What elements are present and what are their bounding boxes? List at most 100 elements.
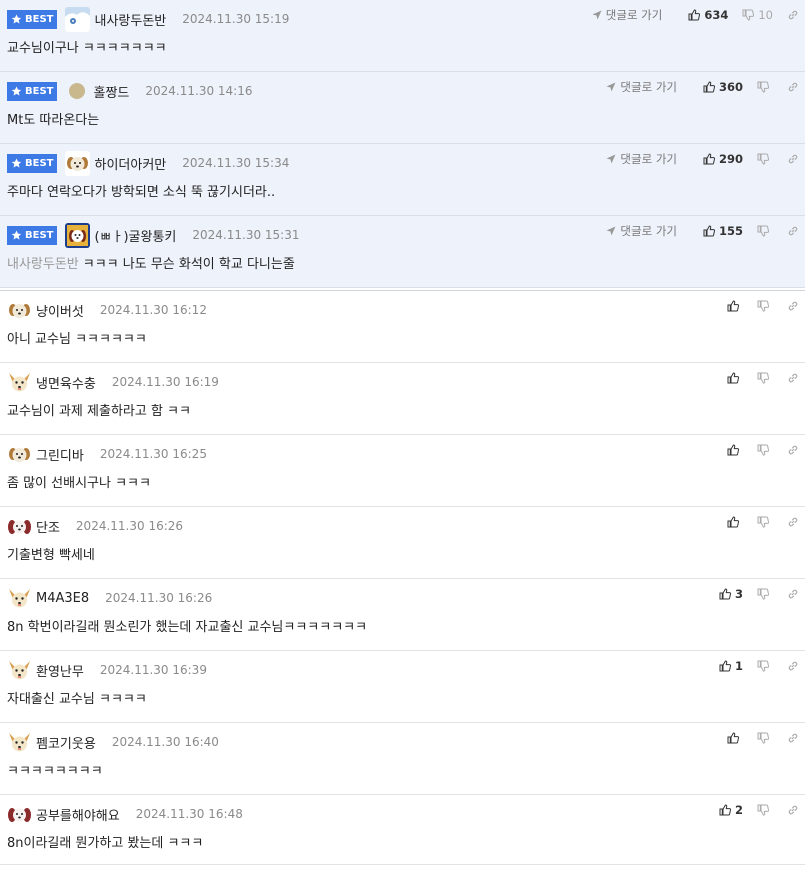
comment-body: 좀 많이 선배시구나 ㅋㅋㅋ <box>7 476 151 491</box>
avatar[interactable] <box>7 513 32 539</box>
share-button[interactable] <box>787 444 799 456</box>
comment-text: 교수님이 과제 제출하라고 함 ㅋㅋ <box>7 400 191 419</box>
avatar[interactable] <box>7 729 32 755</box>
upvote-button[interactable] <box>727 444 743 456</box>
upvote-button[interactable]: 634 <box>688 8 728 22</box>
share-button[interactable] <box>787 372 799 384</box>
avatar[interactable] <box>65 222 91 248</box>
thumbs-down-icon <box>757 81 769 93</box>
upvote-count: 360 <box>718 80 743 94</box>
share-button[interactable] <box>787 9 799 21</box>
share-button[interactable] <box>787 660 799 672</box>
comment-date: 2024.11.30 16:40 <box>111 735 219 749</box>
best-label: BEST <box>25 85 54 97</box>
upvote-button[interactable] <box>727 516 743 528</box>
avatar[interactable] <box>65 6 91 32</box>
nickname[interactable]: 단조 <box>36 517 60 536</box>
upvote-button[interactable]: 3 <box>719 587 743 601</box>
link-icon <box>788 589 798 599</box>
link-icon <box>788 805 798 815</box>
comment-date: 2024.11.30 16:25 <box>99 447 207 461</box>
downvote-button[interactable] <box>757 153 773 165</box>
downvote-button[interactable] <box>757 300 773 312</box>
nickname[interactable]: 냉면육수충 <box>36 373 96 392</box>
avatar[interactable] <box>7 441 32 467</box>
thumbs-down-icon <box>757 300 769 312</box>
nickname[interactable]: (ㅃㅏ)굴왕통키 <box>94 226 176 245</box>
downvote-button[interactable] <box>757 804 773 816</box>
comment-text: 기출변형 빡세네 <box>7 544 95 563</box>
best-label: BEST <box>25 13 54 25</box>
share-button[interactable] <box>787 153 799 165</box>
nickname[interactable]: 냥이버섯 <box>36 301 84 320</box>
go-to-reply-link[interactable]: 댓글로 가기 <box>606 79 677 95</box>
nickname[interactable]: M4A3E8 <box>36 591 89 606</box>
red-dog-avatar-icon <box>7 513 32 539</box>
comment-body: ㅋㅋㅋㅋㅋㅋㅋㅋ <box>7 764 103 779</box>
comment-body: 주마다 연락오다가 방학되면 소식 뚝 끊기시더라.. <box>7 185 276 200</box>
comment-text: 8n이라길래 뭔가하고 봤는데 ㅋㅋㅋ <box>7 832 203 851</box>
upvote-button[interactable]: 290 <box>703 152 743 166</box>
link-icon <box>788 517 798 527</box>
avatar[interactable] <box>7 585 32 611</box>
downvote-button[interactable] <box>757 372 773 384</box>
go-to-reply-link[interactable]: 댓글로 가기 <box>606 151 677 167</box>
comment-body: 아니 교수님 ㅋㅋㅋㅋㅋㅋ <box>7 332 147 347</box>
nickname[interactable]: 환영난무 <box>36 661 84 680</box>
upvote-button[interactable] <box>727 732 743 744</box>
nickname[interactable]: 하이더아커만 <box>94 154 166 173</box>
avatar[interactable] <box>7 657 32 683</box>
share-button[interactable] <box>787 81 799 93</box>
share-button[interactable] <box>787 516 799 528</box>
best-badge: BEST <box>7 81 58 101</box>
link-icon <box>788 661 798 671</box>
arrow-icon <box>606 226 616 236</box>
nickname[interactable]: 그린디바 <box>36 445 84 464</box>
downvote-button[interactable] <box>757 81 773 93</box>
nickname[interactable]: 공부를해야해요 <box>36 805 120 824</box>
share-button[interactable] <box>787 732 799 744</box>
comment-actions: 댓글로 가기 290 <box>606 148 799 170</box>
upvote-button[interactable] <box>727 372 743 384</box>
nickname[interactable]: 내사랑두돈반 <box>94 10 166 29</box>
upvote-button[interactable]: 1 <box>719 659 743 673</box>
mention-nickname[interactable]: 내사랑두돈반 <box>7 257 79 272</box>
thumbs-down-icon <box>757 660 769 672</box>
downvote-button[interactable]: 10 <box>742 8 773 22</box>
downvote-button[interactable] <box>757 732 773 744</box>
comment-date: 2024.11.30 15:34 <box>182 156 290 170</box>
dot-avatar[interactable] <box>69 83 86 99</box>
comment-header: M4A3E8 2024.11.30 16:26 <box>7 585 805 611</box>
downvote-button[interactable] <box>757 588 773 600</box>
avatar[interactable] <box>7 369 32 395</box>
go-to-reply-link[interactable]: 댓글로 가기 <box>592 7 662 23</box>
upvote-button[interactable] <box>727 300 743 312</box>
link-icon <box>788 373 798 383</box>
avatar[interactable] <box>7 297 32 323</box>
reply-label: 댓글로 가기 <box>620 80 677 94</box>
upvote-button[interactable]: 360 <box>703 80 743 94</box>
downvote-button[interactable] <box>757 660 773 672</box>
downvote-button[interactable] <box>757 516 773 528</box>
share-button[interactable] <box>787 804 799 816</box>
comment: 환영난무 2024.11.30 16:39 1 자대출신 교수님 ㅋㅋㅋㅋ <box>0 651 805 723</box>
upvote-button[interactable]: 2 <box>719 803 743 817</box>
link-icon <box>788 82 798 92</box>
downvote-button[interactable] <box>757 444 773 456</box>
share-button[interactable] <box>787 588 799 600</box>
upvote-button[interactable]: 155 <box>703 224 743 238</box>
go-to-reply-link[interactable]: 댓글로 가기 <box>606 223 677 239</box>
share-button[interactable] <box>787 225 799 237</box>
comment-text: 주마다 연락오다가 방학되면 소식 뚝 끊기시더라.. <box>7 181 275 200</box>
avatar[interactable] <box>7 801 32 827</box>
downvote-button[interactable] <box>757 225 773 237</box>
nickname[interactable]: 홀짱드 <box>93 82 129 101</box>
comment-header: 냉면육수충 2024.11.30 16:19 <box>7 369 805 395</box>
comment-date: 2024.11.30 16:48 <box>135 807 243 821</box>
comment-actions <box>713 439 799 461</box>
best-label: BEST <box>25 157 54 169</box>
share-button[interactable] <box>787 300 799 312</box>
nickname[interactable]: 펨코기웃용 <box>36 733 96 752</box>
best-comment: BEST 내사랑두돈반 2024.11.30 15:19 댓글로 가기 634 … <box>0 0 805 72</box>
avatar[interactable] <box>65 150 91 176</box>
